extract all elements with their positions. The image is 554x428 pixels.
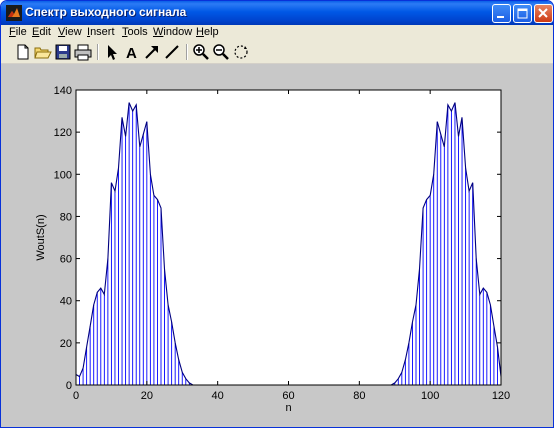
- y-tick-label-120: 120: [54, 127, 72, 139]
- insert-line-icon: [165, 45, 179, 59]
- y-axis-label: WoutS(n): [35, 214, 47, 260]
- menu-tools[interactable]: Tools: [122, 26, 148, 38]
- maximize-button[interactable]: [513, 4, 532, 23]
- x-axis-label: n: [285, 402, 291, 414]
- toolbar-separator: [97, 44, 99, 60]
- insert-arrow-icon: [145, 46, 158, 59]
- x-tick-label-100: 100: [421, 390, 439, 402]
- svg-text:A: A: [126, 45, 137, 61]
- toolbar-separator: [186, 44, 188, 60]
- close-icon: [538, 8, 548, 18]
- select-button[interactable]: [103, 43, 121, 61]
- y-tick-label-140: 140: [54, 85, 72, 97]
- menu-file[interactable]: File: [9, 26, 27, 38]
- figure-window: Спектр выходного сигнала File Edit View …: [0, 0, 554, 428]
- y-tick-label-100: 100: [54, 169, 72, 181]
- figure-canvas: 0 20 40 60 80 100 120 0 20 40 60 80 100 120 140 n WoutS(…: [1, 64, 553, 427]
- select-arrow-icon: [108, 45, 117, 60]
- rotate-3d-icon: [234, 45, 248, 59]
- y-tick-label-60: 60: [60, 254, 72, 266]
- x-tick-label-0: 0: [73, 390, 79, 402]
- save-icon: [55, 44, 71, 60]
- rotate-3d-button[interactable]: [232, 43, 250, 61]
- print-icon: [74, 44, 92, 61]
- matlab-logo-icon: [6, 5, 22, 21]
- menu-edit[interactable]: Edit: [32, 26, 51, 38]
- x-tick-label-40: 40: [212, 390, 224, 402]
- title-bar[interactable]: Спектр выходного сигнала: [1, 1, 553, 25]
- y-tick-label-80: 80: [60, 211, 72, 223]
- x-tick-label-120: 120: [492, 390, 510, 402]
- minimize-icon: [497, 16, 504, 18]
- close-button[interactable]: [534, 4, 553, 23]
- new-file-icon: [17, 44, 29, 60]
- y-tick-label-0: 0: [66, 380, 72, 392]
- minimize-button[interactable]: [492, 4, 511, 23]
- menu-window[interactable]: Window: [153, 26, 192, 38]
- open-folder-icon: [34, 47, 52, 59]
- insert-line-button[interactable]: [163, 43, 181, 61]
- window-title: Спектр выходного сигнала: [25, 5, 187, 19]
- y-tick-label-20: 20: [60, 338, 72, 350]
- menu-view[interactable]: View: [58, 26, 82, 38]
- menu-bar: File Edit View Insert Tools Window Help: [1, 25, 553, 41]
- maximize-icon: [517, 8, 528, 19]
- insert-text-button[interactable]: A: [123, 43, 141, 61]
- print-button[interactable]: [74, 43, 92, 61]
- toolbar: A: [1, 41, 553, 64]
- zoom-in-icon: [193, 44, 209, 60]
- insert-arrow-button[interactable]: [143, 43, 161, 61]
- zoom-in-button[interactable]: [192, 43, 210, 61]
- zoom-out-icon: [213, 44, 229, 60]
- x-tick-label-60: 60: [282, 390, 294, 402]
- x-tick-label-80: 80: [353, 390, 365, 402]
- open-button[interactable]: [34, 43, 52, 61]
- menu-insert[interactable]: Insert: [87, 26, 115, 38]
- stem-chart[interactable]: 0 20 40 60 80 100 120 0 20 40 60 80 100 120 140 n WoutS(…: [1, 64, 553, 427]
- insert-text-icon: A: [126, 45, 137, 61]
- new-file-button[interactable]: [14, 43, 32, 61]
- save-button[interactable]: [54, 43, 72, 61]
- zoom-out-button[interactable]: [212, 43, 230, 61]
- y-tick-label-40: 40: [60, 296, 72, 308]
- menu-help[interactable]: Help: [196, 26, 219, 38]
- x-tick-label-20: 20: [141, 390, 153, 402]
